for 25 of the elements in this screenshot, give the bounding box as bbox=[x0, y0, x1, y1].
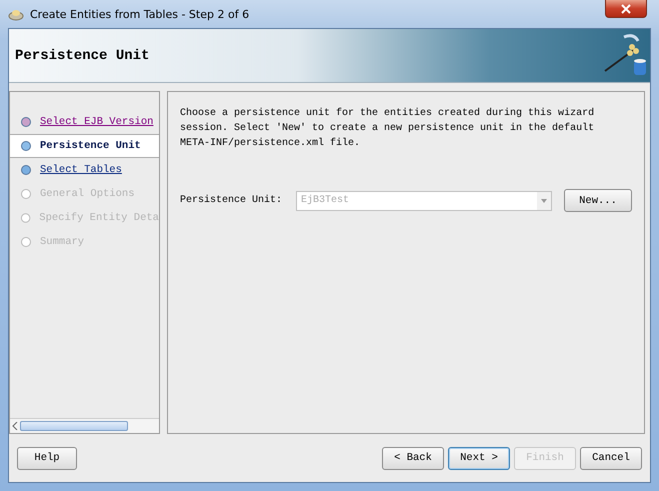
field-label: Persistence Unit: bbox=[180, 195, 284, 206]
wizard-button[interactable]: Cancel bbox=[580, 446, 642, 470]
close-icon bbox=[621, 4, 631, 14]
help-button[interactable]: Help bbox=[17, 446, 77, 470]
new-button[interactable]: New... bbox=[564, 189, 632, 212]
step-node-icon bbox=[20, 140, 32, 152]
close-button[interactable] bbox=[605, 0, 647, 18]
app-icon bbox=[8, 7, 24, 21]
window-title: Create Entities from Tables - Step 2 of 6 bbox=[30, 8, 250, 20]
step-item: Summary bbox=[40, 236, 84, 248]
step-node-icon bbox=[20, 164, 32, 176]
page-title: Persistence Unit bbox=[15, 48, 150, 64]
step-item[interactable]: Select EJB Version bbox=[40, 116, 154, 128]
step-item: Specify Entity Deta bbox=[39, 212, 159, 224]
scroll-left-icon[interactable] bbox=[12, 422, 18, 430]
step-item: General Options bbox=[40, 188, 135, 200]
wizard-button[interactable]: < Back bbox=[382, 446, 444, 470]
step-node-icon bbox=[20, 212, 32, 224]
wizard-button[interactable]: Next > bbox=[448, 446, 510, 470]
step-node-icon bbox=[20, 116, 32, 128]
step-node-icon bbox=[20, 188, 32, 200]
step-node-icon bbox=[20, 236, 32, 248]
step-item[interactable]: Select Tables bbox=[40, 164, 122, 176]
horizontal-scrollbar[interactable] bbox=[10, 418, 159, 433]
description-text: Choose a persistence unit for the entities created during this wizard session. Select 'New' to create a new persistence unit in the default META-INF/persistence.xml file. bbox=[180, 106, 596, 151]
